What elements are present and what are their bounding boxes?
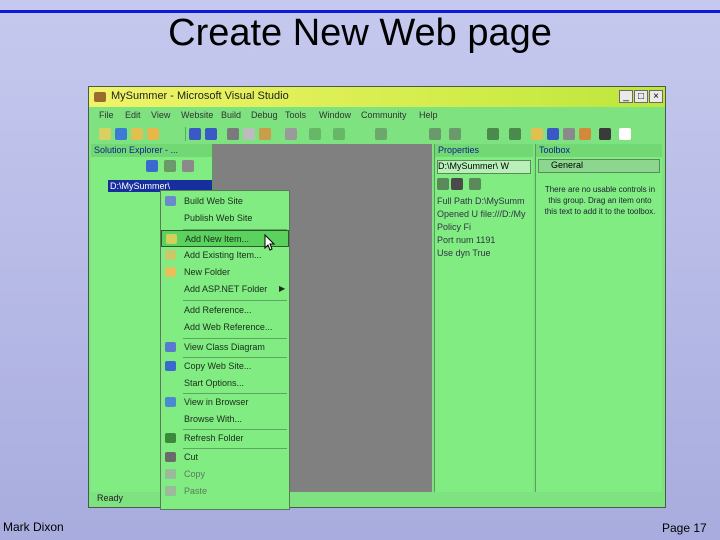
ctx-build-web-site[interactable]: Build Web Site <box>161 193 289 210</box>
ctx-refresh-folder[interactable]: Refresh Folder <box>161 430 289 447</box>
save-icon[interactable] <box>189 128 201 140</box>
window-titlebar[interactable]: MySummer - Microsoft Visual Studio _ □ × <box>89 87 665 107</box>
copy-web-icon <box>165 361 176 371</box>
maximize-button[interactable]: □ <box>634 90 648 103</box>
find-icon[interactable] <box>285 128 297 140</box>
menu-tools[interactable]: Tools <box>285 110 306 120</box>
new-project-icon[interactable] <box>99 128 111 140</box>
properties-object-selector[interactable]: D:\MySummer\ W <box>437 160 531 174</box>
cut-icon[interactable] <box>227 128 239 140</box>
menu-window[interactable]: Window <box>319 110 351 120</box>
object-browser-icon[interactable] <box>563 128 575 140</box>
ctx-new-folder[interactable]: New Folder <box>161 264 289 281</box>
show-all-files-icon[interactable] <box>164 160 176 172</box>
property-use-dynamic[interactable]: Use dyn True <box>437 248 491 258</box>
ctx-start-options[interactable]: Start Options... <box>161 375 289 392</box>
visual-studio-icon <box>94 92 106 102</box>
stop-icon[interactable] <box>449 128 461 140</box>
open-file-icon[interactable] <box>147 128 159 140</box>
toolbox-header: Toolbox <box>536 144 662 157</box>
submenu-arrow-icon: ▶ <box>279 284 286 293</box>
paste-icon[interactable] <box>259 128 271 140</box>
property-full-path[interactable]: Full Path D:\MySumm <box>437 196 525 206</box>
menu-file[interactable]: File <box>99 110 114 120</box>
menu-debug[interactable]: Debug <box>251 110 278 120</box>
menu-build[interactable]: Build <box>221 110 241 120</box>
property-pages-icon[interactable] <box>469 178 481 190</box>
add-new-item-icon <box>166 234 177 244</box>
toolbox-pane: Toolbox General There are no usable cont… <box>535 144 662 492</box>
ctx-add-reference[interactable]: Add Reference... <box>161 302 289 319</box>
ctx-browse-with[interactable]: Browse With... <box>161 411 289 428</box>
pause-icon[interactable] <box>429 128 441 140</box>
menu-community[interactable]: Community <box>361 110 407 120</box>
ctx-view-in-browser[interactable]: View in Browser <box>161 394 289 411</box>
menu-separator <box>183 300 287 301</box>
refresh-icon <box>165 433 176 443</box>
solution-explorer-toolbar <box>146 159 206 173</box>
command-window-icon[interactable] <box>599 128 611 140</box>
undo-icon[interactable] <box>309 128 321 140</box>
properties-header: Properties <box>435 144 533 157</box>
redo-icon[interactable] <box>333 128 345 140</box>
toolbox-empty-message: There are no usable controls in this gro… <box>544 185 656 216</box>
slide-title: Create New Web page <box>168 12 552 54</box>
add-existing-item-icon <box>165 250 176 260</box>
solution-explorer-icon[interactable] <box>531 128 543 140</box>
ctx-publish-web-site[interactable]: Publish Web Site <box>161 210 289 227</box>
copy-icon[interactable] <box>243 128 255 140</box>
window-title: MySummer - Microsoft Visual Studio <box>111 90 289 102</box>
refresh-button-icon[interactable] <box>182 160 194 172</box>
cut-icon <box>165 452 176 462</box>
solution-explorer-header: Solution Explorer - ... <box>91 144 212 157</box>
mouse-pointer-icon <box>264 234 276 251</box>
ctx-add-aspnet-folder[interactable]: Add ASP.NET Folder ▶ <box>161 281 289 298</box>
start-page-icon[interactable] <box>619 128 631 140</box>
ctx-copy-web-site[interactable]: Copy Web Site... <box>161 358 289 375</box>
footer-page-number: Page 17 <box>662 521 707 535</box>
step-into-icon[interactable] <box>487 128 499 140</box>
menu-bar: File Edit View Website Build Debug Tools… <box>89 108 665 123</box>
close-button[interactable]: × <box>649 90 663 103</box>
property-policy[interactable]: Policy Fi <box>437 222 471 232</box>
toolbox-group-general[interactable]: General <box>538 159 660 173</box>
ctx-cut[interactable]: Cut <box>161 449 289 466</box>
ctx-paste[interactable]: Paste <box>161 483 289 500</box>
build-icon <box>165 196 176 206</box>
property-opened-url[interactable]: Opened U file:///D:/My <box>437 209 526 219</box>
class-diagram-icon <box>165 342 176 352</box>
start-debugging-icon[interactable] <box>375 128 387 140</box>
properties-toolbar <box>437 178 497 190</box>
properties-icon[interactable] <box>547 128 559 140</box>
categorized-icon[interactable] <box>437 178 449 190</box>
standard-toolbar <box>89 124 665 144</box>
properties-pane: Properties D:\MySummer\ W Full Path D:\M… <box>434 144 533 492</box>
paste-icon <box>165 486 176 496</box>
properties-button-icon[interactable] <box>146 160 158 172</box>
copy-icon <box>165 469 176 479</box>
toolbar-separator <box>185 127 186 141</box>
add-item-icon[interactable] <box>131 128 143 140</box>
step-over-icon[interactable] <box>509 128 521 140</box>
property-port-number[interactable]: Port num 1191 <box>437 235 495 245</box>
folder-icon <box>165 267 176 277</box>
menu-website[interactable]: Website <box>181 110 213 120</box>
save-all-icon[interactable] <box>205 128 217 140</box>
menu-edit[interactable]: Edit <box>125 110 141 120</box>
menu-help[interactable]: Help <box>419 110 438 120</box>
new-website-icon[interactable] <box>115 128 127 140</box>
ctx-view-class-diagram[interactable]: View Class Diagram <box>161 339 289 356</box>
toolbox-icon[interactable] <box>579 128 591 140</box>
ctx-copy[interactable]: Copy <box>161 466 289 483</box>
ctx-add-web-reference[interactable]: Add Web Reference... <box>161 319 289 336</box>
browser-icon <box>165 397 176 407</box>
properties-grid: Full Path D:\MySumm Opened U file:///D:/… <box>435 196 533 262</box>
footer-author: Mark Dixon <box>3 520 64 534</box>
menu-view[interactable]: View <box>151 110 170 120</box>
minimize-button[interactable]: _ <box>619 90 633 103</box>
alphabetical-icon[interactable] <box>451 178 463 190</box>
